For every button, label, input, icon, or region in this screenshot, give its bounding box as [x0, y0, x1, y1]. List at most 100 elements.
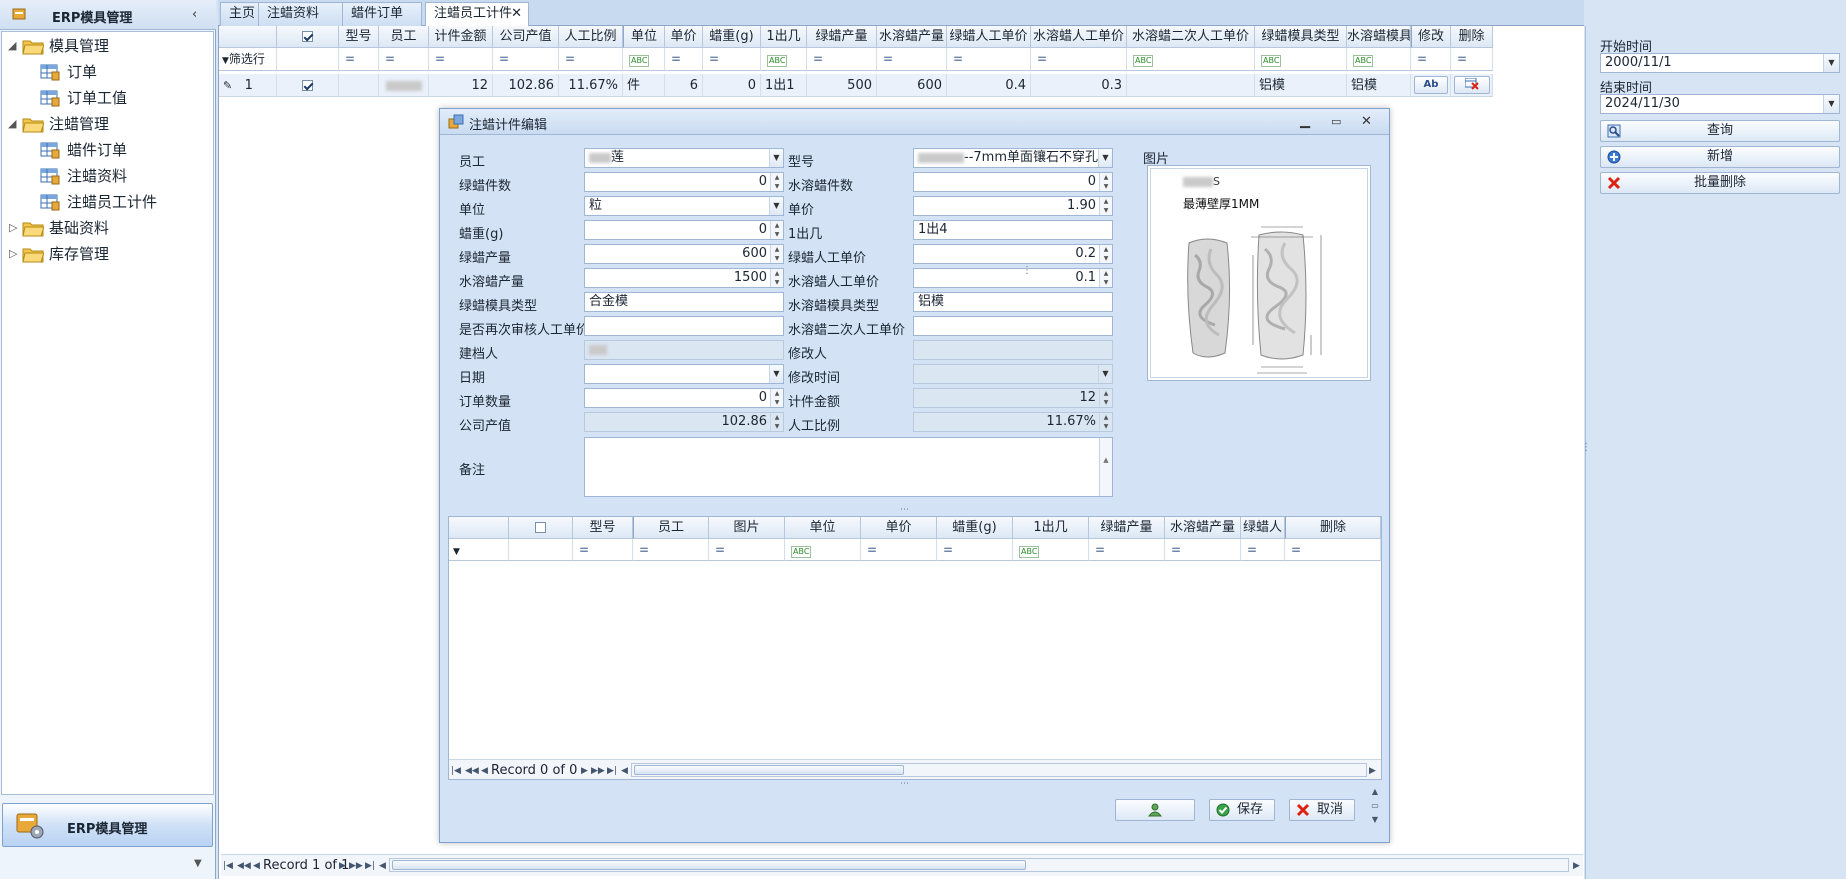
tree-node-wax-piecework[interactable]: 注蜡员工计件 — [2, 190, 212, 214]
cell-unit[interactable]: 件 — [623, 74, 665, 97]
cell-out-count[interactable]: 1出1 — [761, 74, 807, 97]
spin-buttons-icon[interactable]: ▲ ▼ — [770, 221, 783, 239]
spin-buttons-icon[interactable]: ▲ ▼ — [1099, 245, 1112, 263]
column-header-water-qty[interactable]: 水溶蜡产量 — [877, 26, 947, 48]
next-page-icon[interactable]: ▶▶ — [349, 856, 363, 876]
splitter-grip-icon[interactable]: ⋮ — [1581, 442, 1591, 453]
employee-dropdown-icon[interactable]: ▼ — [769, 149, 783, 167]
spin-buttons-icon[interactable]: ▲ ▼ — [1099, 269, 1112, 287]
filter-cell[interactable] — [509, 539, 573, 561]
filter-cell[interactable]: = — [1411, 48, 1451, 71]
filter-cell[interactable]: ABC — [623, 48, 665, 71]
cell-water-price2[interactable] — [1127, 74, 1255, 97]
batch-delete-button[interactable]: 批量删除 — [1600, 172, 1840, 194]
tree-node-wax-order[interactable]: 蜡件订单 — [2, 138, 212, 162]
start-date-dropdown-icon[interactable]: ▼ — [1823, 54, 1839, 72]
add-button[interactable]: 新增 — [1600, 146, 1840, 168]
prev-record-icon[interactable]: ◀ — [481, 761, 488, 781]
filter-cell[interactable]: = — [633, 539, 709, 561]
filter-cell[interactable]: = — [877, 48, 947, 71]
filter-cell[interactable]: = — [861, 539, 937, 561]
column-header-delete[interactable]: 删除 — [1285, 517, 1381, 539]
filter-cell[interactable]: = — [1031, 48, 1127, 71]
filter-cell[interactable] — [277, 48, 339, 71]
expand-right-icon[interactable]: ▷ — [9, 216, 17, 240]
filter-cell[interactable]: ABC — [785, 539, 861, 561]
first-record-icon[interactable]: |◀ — [451, 761, 461, 781]
unit-dropdown-icon[interactable]: ▼ — [769, 197, 783, 215]
dialog-titlebar[interactable]: 注蜡计件编辑 ▁ ▭ ✕ — [440, 109, 1389, 135]
column-header-price[interactable]: 单价 — [861, 517, 937, 539]
column-header-price[interactable]: 单价 — [665, 26, 703, 48]
next-record-icon[interactable]: ▶ — [581, 761, 588, 781]
filter-cell[interactable]: = — [665, 48, 703, 71]
tree-node-wax-management[interactable]: ◢ 注蜡管理 — [2, 112, 212, 136]
water-mold-input[interactable]: 铝模 — [913, 292, 1113, 312]
select-all-checkbox[interactable] — [535, 522, 546, 533]
expand-down-icon[interactable]: ◢ — [8, 112, 16, 136]
column-header-select[interactable] — [509, 517, 573, 539]
unit-select[interactable]: 粒 ▼ — [584, 196, 784, 216]
column-header-picture[interactable]: 图片 — [709, 517, 785, 539]
green-mold-input[interactable]: 合金模 — [584, 292, 784, 312]
spin-buttons-icon[interactable]: ▲ ▼ — [1099, 173, 1112, 191]
water-count-input[interactable]: 0 ▲ ▼ — [913, 172, 1113, 192]
splitter-grip-icon[interactable]: ⋯ — [900, 505, 909, 515]
column-header-water-price[interactable]: 水溶蜡人工单价 — [1031, 26, 1127, 48]
column-header-out-count[interactable]: 1出几 — [761, 26, 807, 48]
filter-cell[interactable]: = — [1089, 539, 1165, 561]
column-header-amount[interactable]: 计件金额 — [429, 26, 493, 48]
cell-weight[interactable]: 0 — [703, 74, 761, 97]
spin-buttons-icon[interactable]: ▲ ▼ — [770, 269, 783, 287]
column-header-model[interactable]: 型号 — [573, 517, 633, 539]
filter-cell[interactable]: = — [709, 539, 785, 561]
prev-page-icon[interactable]: ◀◀ — [465, 761, 479, 781]
user-action-button[interactable] — [1115, 799, 1195, 821]
splitter-grip-icon[interactable]: ⋮ — [1022, 265, 1032, 276]
filter-cell[interactable]: = — [339, 48, 379, 71]
tree-node-order[interactable]: 订单 — [2, 60, 212, 84]
price-input[interactable]: 1.90 ▲ ▼ — [913, 196, 1113, 216]
prev-record-icon[interactable]: ◀ — [253, 856, 260, 876]
filter-cell[interactable]: ABC — [1127, 48, 1255, 71]
recheck-input[interactable] — [584, 316, 784, 336]
row-indicator[interactable]: ✎ 1 — [219, 74, 277, 97]
last-record-icon[interactable]: ▶| — [365, 856, 375, 876]
filter-cell[interactable]: ABC — [761, 48, 807, 71]
date-input[interactable]: ▼ — [584, 364, 784, 384]
scroll-right-icon[interactable]: ▶ — [1369, 761, 1376, 781]
first-record-icon[interactable]: |◀ — [223, 856, 233, 876]
filter-cell[interactable]: = — [937, 539, 1013, 561]
cell-output[interactable]: 102.86 — [493, 74, 559, 97]
column-header-output[interactable]: 公司产值 — [493, 26, 559, 48]
filter-cell[interactable]: = — [559, 48, 623, 71]
column-header-green-labor[interactable]: 绿蜡人 — [1241, 517, 1285, 539]
maximize-icon[interactable]: ▭ — [1331, 115, 1341, 128]
model-select[interactable]: --7mm单面镶石不穿孔 ▼ — [913, 148, 1113, 168]
column-header-out-count[interactable]: 1出几 — [1013, 517, 1089, 539]
end-date-input[interactable]: 2024/11/30 ▼ — [1600, 94, 1840, 114]
splitter-grip-icon[interactable]: ⋯ — [900, 779, 909, 789]
column-header-employee[interactable]: 员工 — [633, 517, 709, 539]
date-dropdown-icon[interactable]: ▼ — [769, 365, 783, 383]
column-header-edit[interactable]: 修改 — [1411, 26, 1451, 48]
column-header-green-mold[interactable]: 绿蜡模具类型 — [1255, 26, 1347, 48]
horizontal-scrollbar[interactable] — [389, 858, 1569, 872]
select-all-checkbox[interactable] — [302, 31, 313, 42]
filter-cell[interactable]: ABC — [1013, 539, 1089, 561]
filter-cell[interactable]: = — [703, 48, 761, 71]
tab-wax-order[interactable]: 蜡件订单 — [342, 2, 422, 26]
cell-ratio[interactable]: 11.67% — [559, 74, 623, 97]
cell-employee[interactable] — [379, 74, 429, 97]
spin-buttons-icon[interactable]: ▲ ▼ — [770, 173, 783, 191]
tree-node-inventory[interactable]: ▷ 库存管理 — [2, 242, 212, 266]
cell-amount[interactable]: 12 — [429, 74, 493, 97]
cell-water-mold[interactable]: 铝模 — [1347, 74, 1411, 97]
model-dropdown-icon[interactable]: ▼ — [1098, 149, 1112, 167]
filter-cell[interactable]: = — [573, 539, 633, 561]
row-select-cell[interactable] — [277, 74, 339, 97]
close-tab-icon[interactable]: ✕ — [511, 3, 522, 25]
prev-page-icon[interactable]: ◀◀ — [237, 856, 251, 876]
start-date-input[interactable]: 2000/11/1 ▼ — [1600, 53, 1840, 73]
remark-textarea[interactable]: ▲▼ — [584, 437, 1113, 497]
